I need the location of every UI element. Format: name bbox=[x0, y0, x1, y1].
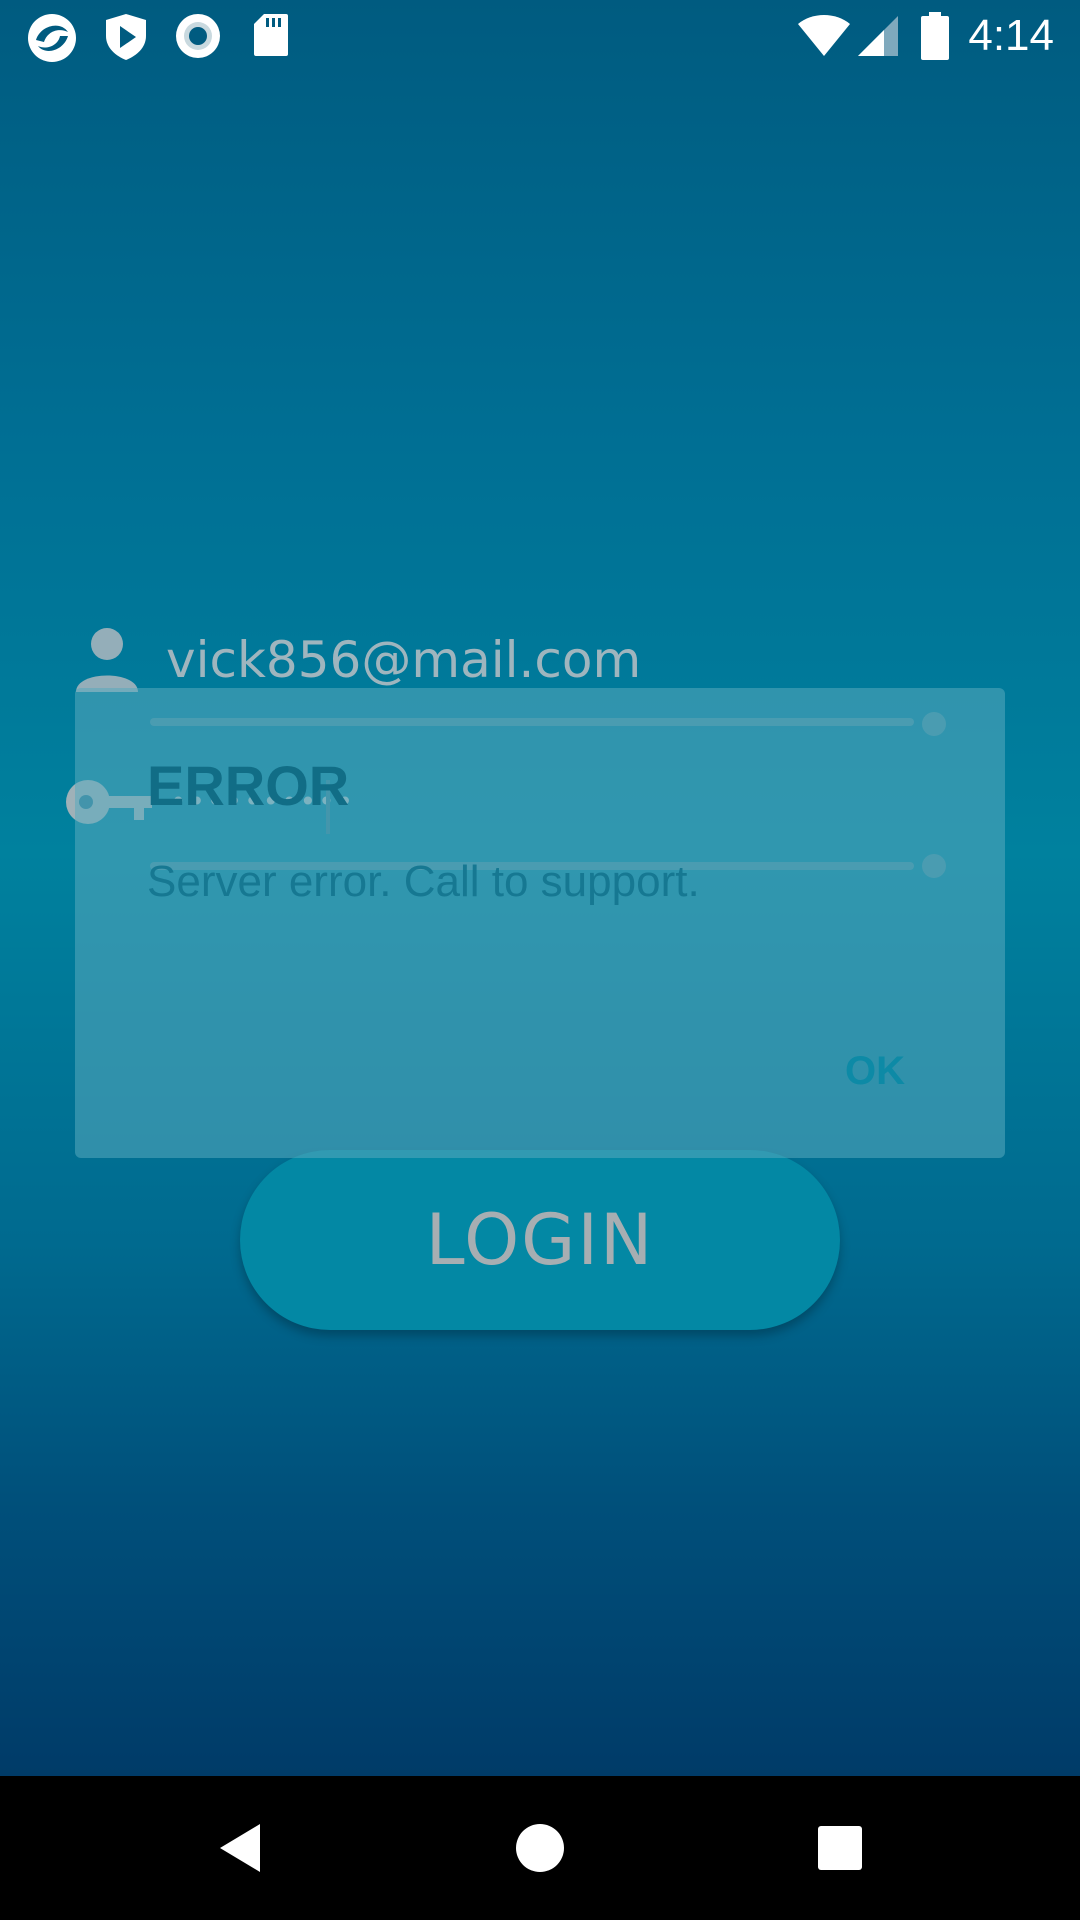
battery-icon bbox=[921, 12, 949, 60]
user-icon bbox=[76, 628, 138, 692]
ok-button[interactable]: OK bbox=[845, 1046, 905, 1096]
status-clock: 4:14 bbox=[968, 11, 1054, 60]
sd-card-icon bbox=[254, 14, 288, 56]
record-icon bbox=[176, 14, 220, 58]
cell-signal-icon bbox=[858, 16, 898, 56]
app-logo-icon bbox=[28, 14, 76, 62]
dialog-message: Server error. Call to support. bbox=[147, 857, 700, 906]
dialog-title: ERROR bbox=[147, 754, 350, 817]
status-bar: 4:14 bbox=[0, 0, 1080, 72]
login-screen: 4:14 vick856@mail.com •••••••••• LOGIN E… bbox=[0, 0, 1080, 1776]
home-icon bbox=[516, 1824, 564, 1872]
login-button[interactable]: LOGIN bbox=[240, 1150, 840, 1330]
recents-button[interactable] bbox=[768, 1776, 912, 1920]
email-field[interactable]: vick856@mail.com bbox=[166, 626, 641, 694]
back-icon bbox=[220, 1824, 260, 1872]
wifi-icon bbox=[798, 15, 850, 56]
shield-play-icon bbox=[106, 14, 146, 60]
recents-icon bbox=[818, 1826, 862, 1870]
navigation-bar bbox=[0, 1776, 1080, 1920]
back-button[interactable] bbox=[168, 1776, 312, 1920]
home-button[interactable] bbox=[468, 1776, 612, 1920]
error-dialog: ERROR Server error. Call to support. OK bbox=[75, 688, 1005, 1158]
